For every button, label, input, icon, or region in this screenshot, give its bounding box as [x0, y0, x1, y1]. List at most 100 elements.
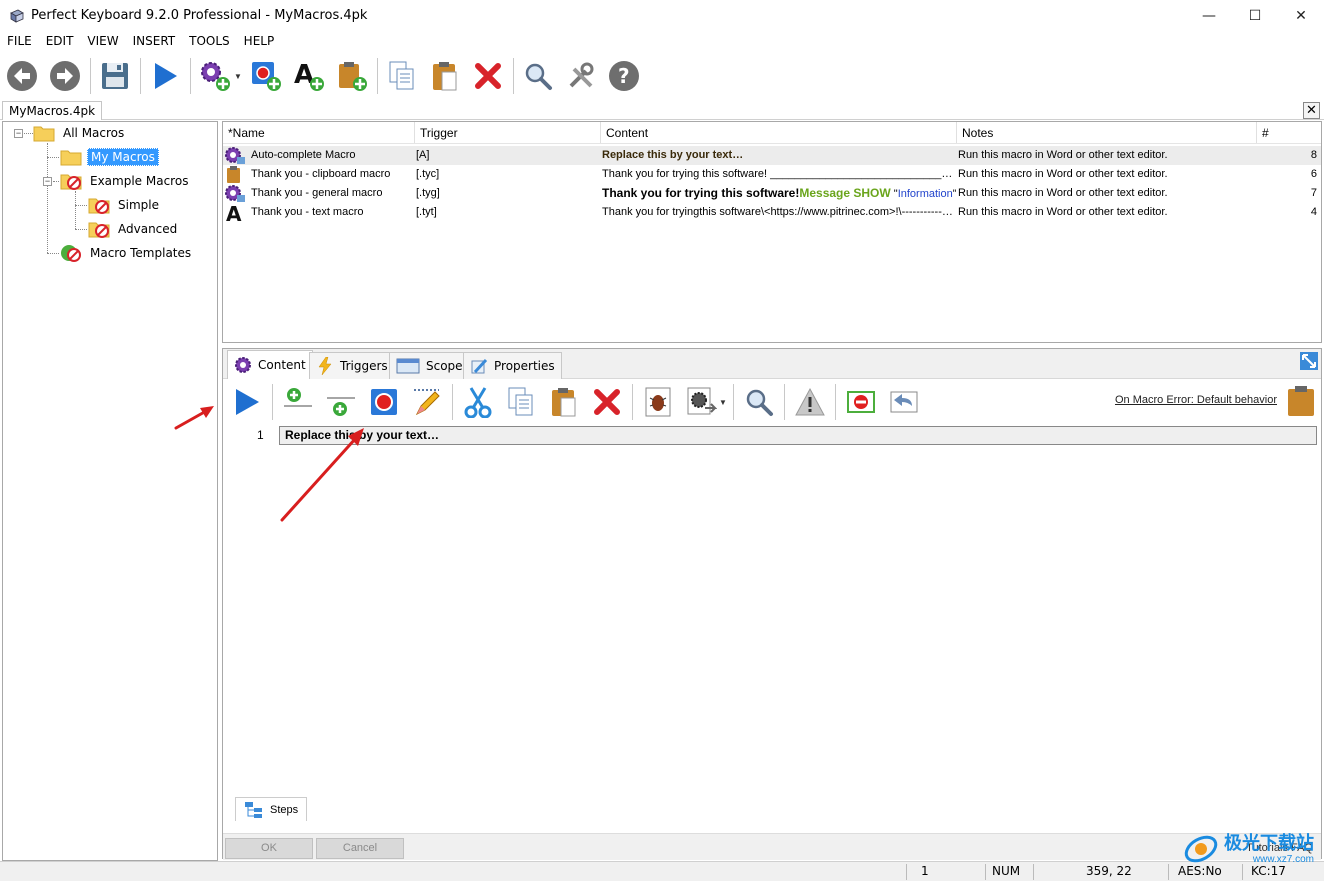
menu-edit[interactable]: EDIT: [39, 34, 81, 48]
on-macro-error-link[interactable]: On Macro Error: Default behavior: [1115, 394, 1277, 406]
window-title: Perfect Keyboard 9.2.0 Professional - My…: [31, 8, 368, 23]
insert-step-below-button[interactable]: [323, 383, 359, 421]
content-command-text: Message SHOW: [799, 186, 891, 200]
tree-item-all-macros[interactable]: All Macros: [33, 122, 127, 144]
macro-step-line[interactable]: Replace this by your text…: [279, 426, 1317, 445]
paste-icon: [552, 388, 576, 417]
column-header-content[interactable]: Content: [601, 122, 957, 143]
table-row[interactable]: Auto-complete Macro [A] Replace this by …: [223, 146, 1321, 165]
collapse-all-macros-toggle[interactable]: −: [14, 129, 23, 138]
debug-options-button[interactable]: [683, 383, 719, 421]
close-button[interactable]: ✕: [1278, 0, 1324, 31]
tab-label: Steps: [270, 803, 299, 816]
menu-view[interactable]: VIEW: [80, 34, 125, 48]
toolbar-separator: [452, 384, 453, 420]
tree-item-advanced[interactable]: Advanced: [88, 218, 180, 240]
maximize-button[interactable]: ☐: [1232, 0, 1278, 31]
app-icon: [10, 9, 24, 23]
table-row[interactable]: A Thank you - text macro [.tyt] Thank yo…: [223, 203, 1321, 223]
content-quote-open: ": [890, 188, 898, 200]
macro-content: Thank you for tryingthis software\<https…: [602, 206, 953, 218]
disable-step-button[interactable]: [843, 383, 879, 421]
run-macro-button[interactable]: [229, 383, 265, 421]
back-button[interactable]: [4, 56, 40, 96]
tab-properties[interactable]: Properties: [463, 352, 562, 379]
minimize-button[interactable]: —: [1186, 0, 1232, 31]
forward-icon: [50, 61, 80, 91]
toolbar-separator: [90, 58, 91, 94]
chevron-down-icon[interactable]: ▼: [234, 72, 242, 81]
column-header-notes[interactable]: Notes: [957, 122, 1257, 143]
save-button[interactable]: [97, 56, 133, 96]
ok-button[interactable]: OK: [225, 838, 313, 859]
find-button[interactable]: [520, 56, 556, 96]
table-row[interactable]: Thank you - clipboard macro [.tyc] Thank…: [223, 165, 1321, 184]
chevron-down-icon[interactable]: ▼: [719, 398, 727, 407]
undo-button[interactable]: [886, 383, 922, 421]
tree-item-my-macros[interactable]: My Macros: [60, 146, 159, 168]
tree-item-example-macros[interactable]: Example Macros: [60, 170, 191, 192]
debug-button[interactable]: [640, 383, 676, 421]
column-header-name[interactable]: *Name: [223, 122, 415, 143]
menu-insert[interactable]: INSERT: [126, 34, 183, 48]
tools-button[interactable]: [563, 56, 599, 96]
svg-text:A: A: [226, 203, 242, 223]
forward-button[interactable]: [47, 56, 83, 96]
record-button[interactable]: [366, 383, 402, 421]
column-header-trigger[interactable]: Trigger: [415, 122, 601, 143]
tab-scope[interactable]: Scope: [389, 352, 470, 379]
macro-name: Auto-complete Macro: [251, 149, 356, 161]
record-macro-button[interactable]: [248, 56, 284, 96]
help-button[interactable]: ?: [606, 56, 642, 96]
toolbar-separator: [190, 58, 191, 94]
delete-step-button[interactable]: [589, 383, 625, 421]
menu-help[interactable]: HELP: [237, 34, 282, 48]
find-step-button[interactable]: [741, 383, 777, 421]
table-row[interactable]: Thank you - general macro [.tyg] Thank y…: [223, 184, 1321, 203]
cut-button[interactable]: [460, 383, 496, 421]
new-clipboard-macro-button[interactable]: [334, 56, 370, 96]
new-text-macro-button[interactable]: A: [291, 56, 327, 96]
delete-icon: [474, 63, 501, 89]
dialog-button-bar: OK Cancel Tutorials FAQ: [223, 833, 1321, 860]
save-icon: [102, 63, 128, 89]
menu-bar: FILE EDIT VIEW INSERT TOOLS HELP: [0, 31, 281, 50]
tab-label: Content: [258, 358, 306, 372]
locked-folder-icon: [88, 198, 110, 214]
main-toolbar: ▼ A ?: [0, 52, 1324, 100]
tab-steps[interactable]: Steps: [235, 797, 308, 821]
warning-button[interactable]: [792, 383, 828, 421]
edit-step-button[interactable]: [409, 383, 445, 421]
close-document-button[interactable]: ✕: [1303, 102, 1320, 119]
tree-item-label: My Macros: [87, 148, 159, 166]
document-tab[interactable]: MyMacros.4pk: [2, 101, 103, 120]
maximize-editor-icon[interactable]: [1299, 351, 1319, 371]
collapse-example-macros-toggle[interactable]: −: [43, 177, 52, 186]
menu-tools[interactable]: TOOLS: [182, 34, 237, 48]
watermark-url: www.xz7.com: [1252, 853, 1314, 865]
macro-folder-tree: − − All Macros My Macros Example Macros …: [2, 121, 218, 861]
tree-item-simple[interactable]: Simple: [88, 194, 162, 216]
macro-name: Thank you - clipboard macro: [251, 168, 391, 180]
clipboard-icon[interactable]: [1285, 385, 1317, 417]
new-macro-button[interactable]: [197, 56, 233, 96]
paste-step-button[interactable]: [546, 383, 582, 421]
lightning-icon: [318, 357, 332, 375]
copy-step-button[interactable]: [503, 383, 539, 421]
document-tab-strip: MyMacros.4pk ✕: [0, 100, 1324, 120]
menu-file[interactable]: FILE: [0, 34, 39, 48]
macro-trigger: [A]: [416, 149, 430, 161]
status-separator: [1168, 864, 1169, 880]
insert-step-above-button[interactable]: [280, 383, 316, 421]
cancel-button[interactable]: Cancel: [316, 838, 404, 859]
delete-button[interactable]: [470, 56, 506, 96]
column-header-count[interactable]: #: [1257, 122, 1321, 143]
run-button[interactable]: [147, 56, 183, 96]
properties-icon: [471, 358, 488, 374]
title-bar: Perfect Keyboard 9.2.0 Professional - My…: [0, 0, 1324, 31]
copy-button[interactable]: [384, 56, 420, 96]
tree-item-macro-templates[interactable]: Macro Templates: [60, 242, 194, 264]
paste-button[interactable]: [427, 56, 463, 96]
tab-triggers[interactable]: Triggers: [309, 352, 395, 379]
tab-content[interactable]: Content: [227, 350, 313, 379]
